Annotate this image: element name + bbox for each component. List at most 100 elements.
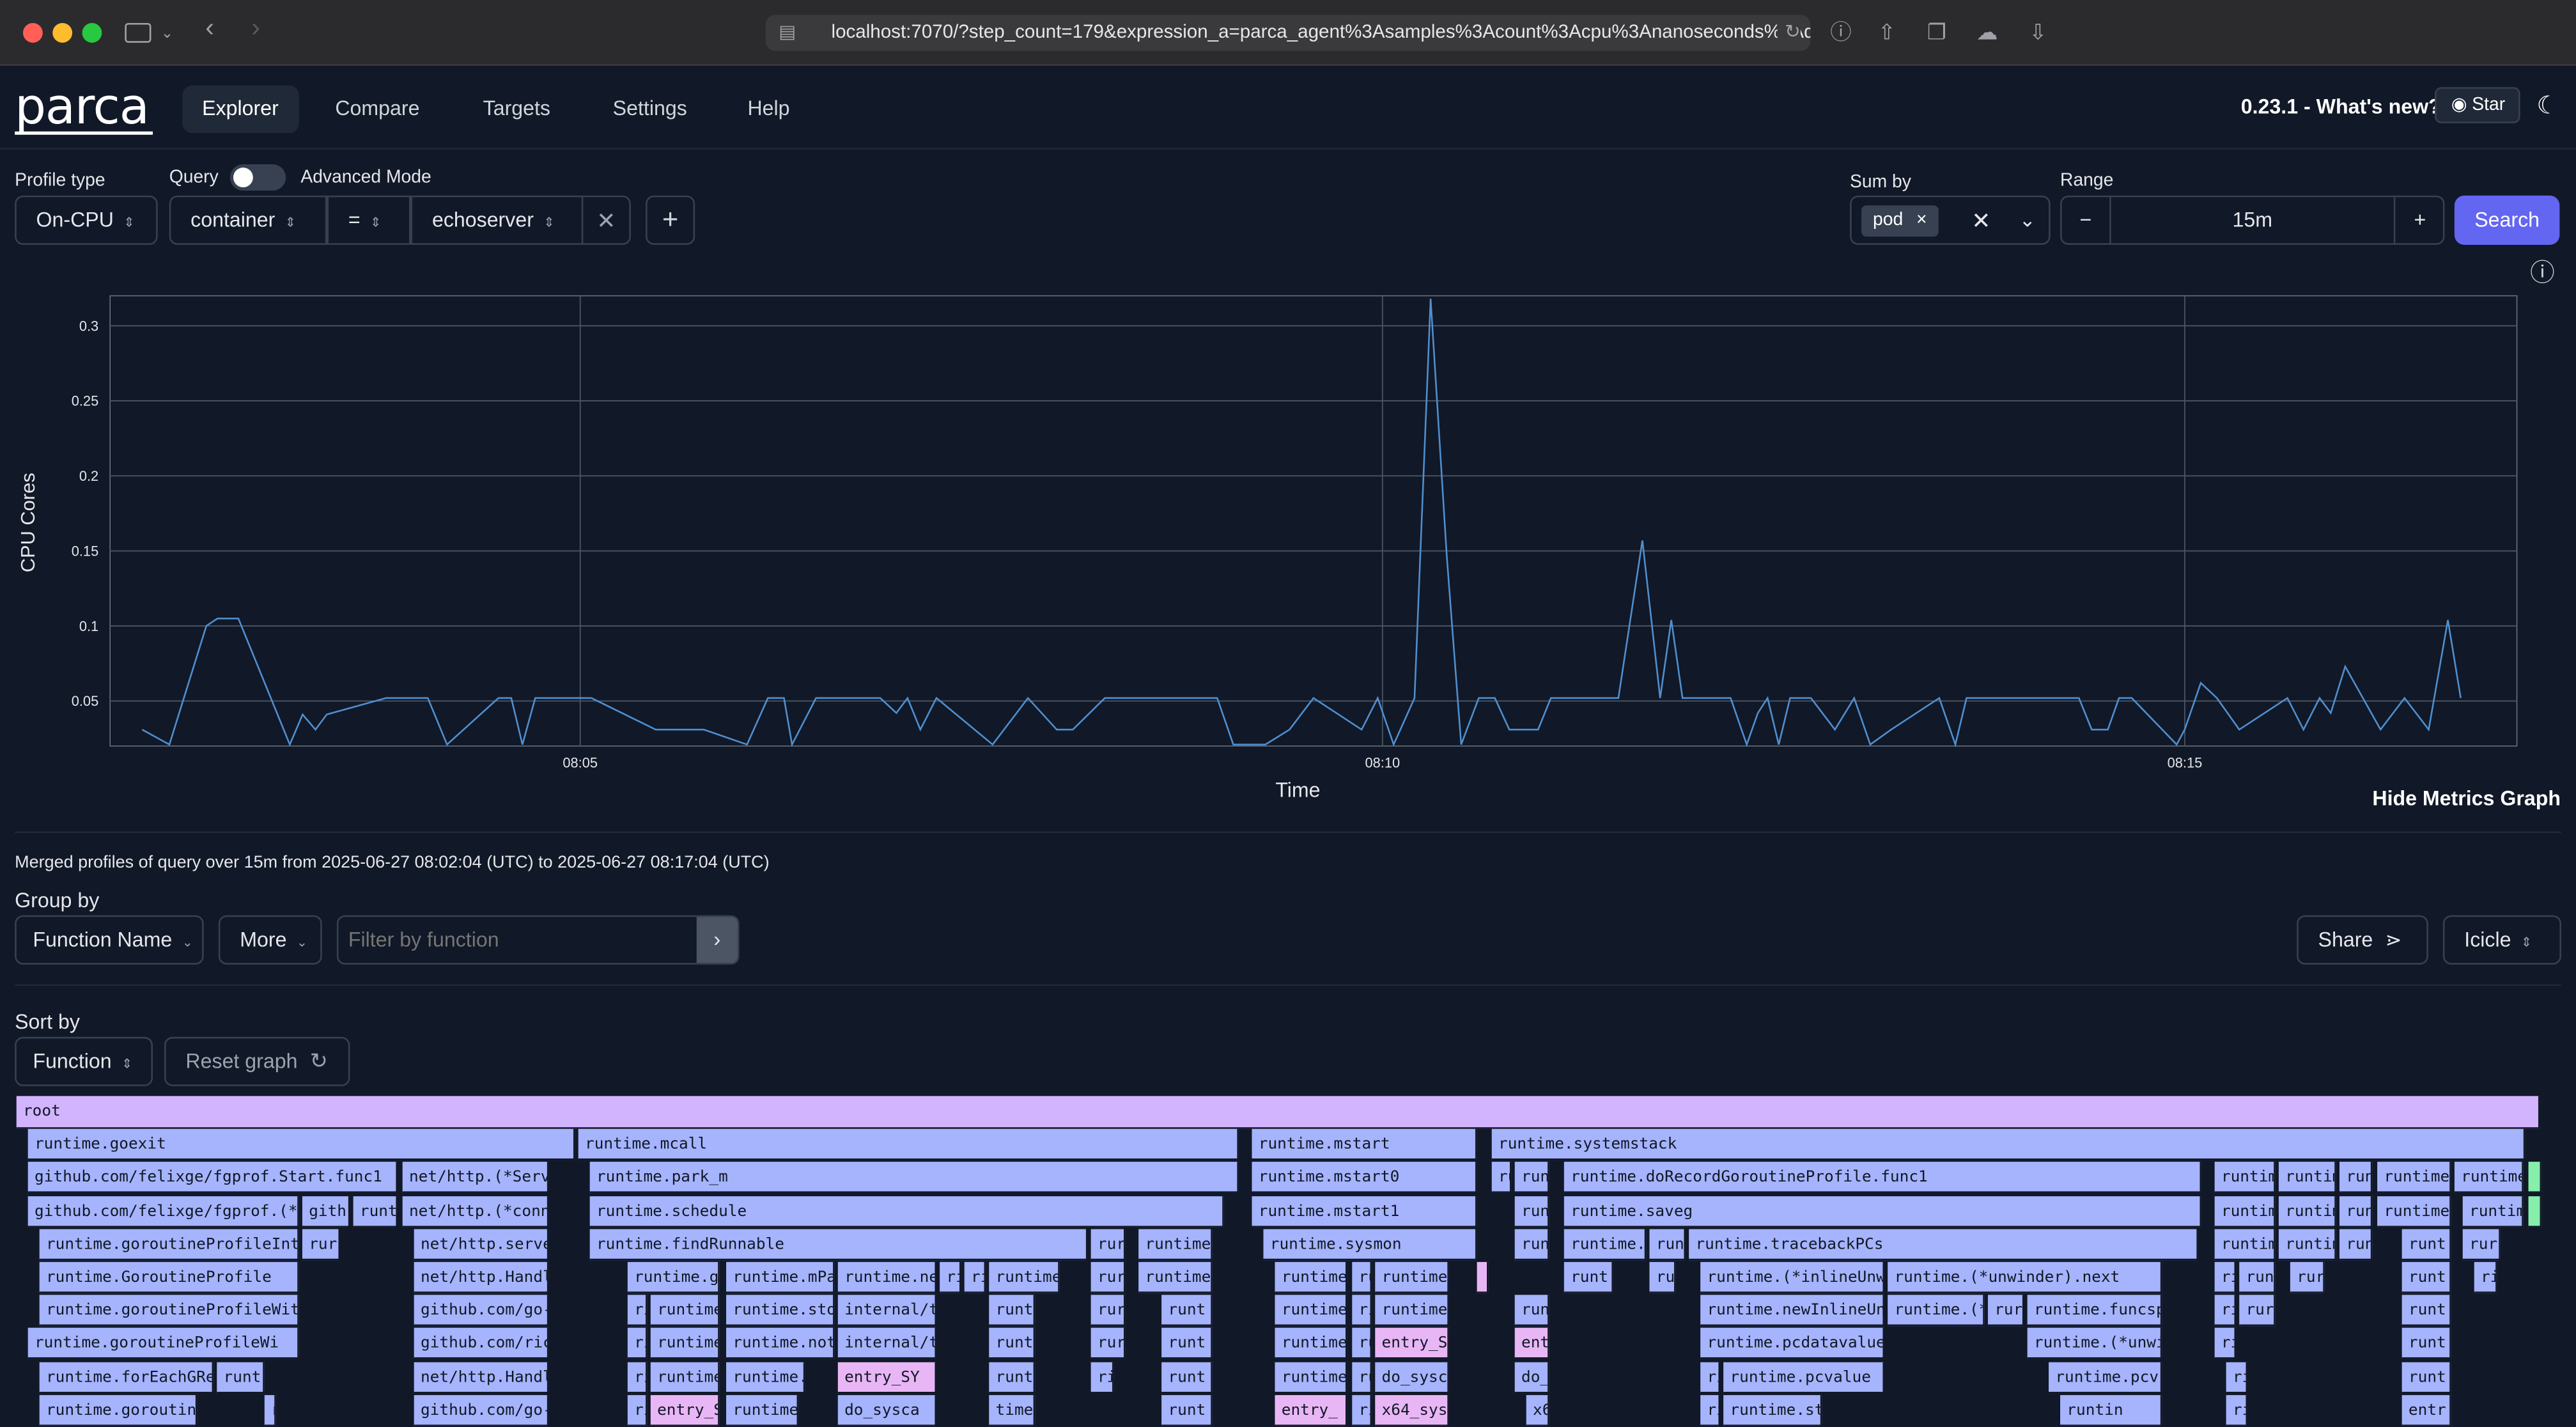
flame-frame[interactable]: runtime: [1138, 1261, 1213, 1293]
flame-frame[interactable]: ri: [2226, 1394, 2248, 1426]
range-value[interactable]: 15m: [2111, 197, 2394, 243]
group-by-select[interactable]: Function Name ⌄: [15, 915, 204, 965]
parca-logo[interactable]: parca: [15, 80, 150, 136]
flame-frame[interactable]: net/http.Handl: [414, 1261, 549, 1293]
operator-select[interactable]: = ⇕: [327, 195, 411, 245]
filter-submit-icon[interactable]: ›: [696, 917, 738, 963]
flame-frame[interactable]: ent: [1514, 1328, 1549, 1360]
flame-frame[interactable]: entry_S: [1375, 1328, 1449, 1360]
flame-frame[interactable]: runtime: [2454, 1162, 2524, 1194]
flame-frame[interactable]: runtime.systemstack: [1491, 1129, 2526, 1161]
profile-type-select[interactable]: On-CPU ⇕: [15, 195, 158, 245]
dark-mode-toggle-icon[interactable]: ☾: [2536, 90, 2559, 120]
flame-frame[interactable]: runtime.pcvalue: [1723, 1361, 1885, 1393]
reset-graph-button[interactable]: Reset graph ↻: [164, 1036, 350, 1086]
flame-frame[interactable]: runtin: [2060, 1394, 2162, 1426]
flame-frame[interactable]: ru: [1352, 1261, 1372, 1293]
flame-frame[interactable]: rur: [1090, 1261, 1126, 1293]
flame-frame[interactable]: rur: [2290, 1261, 2325, 1293]
flame-frame[interactable]: rur: [1090, 1228, 1126, 1260]
flame-frame[interactable]: runtime.goexit: [27, 1129, 575, 1161]
cloud-icon[interactable]: ☁: [1976, 20, 1998, 46]
flame-frame[interactable]: runtim: [2278, 1228, 2336, 1260]
flame-frame[interactable]: runtim: [2278, 1196, 2336, 1227]
flame-frame[interactable]: gith: [302, 1196, 350, 1227]
flame-frame[interactable]: ri: [1090, 1361, 1114, 1393]
flame-frame[interactable]: x64_sys: [1375, 1394, 1449, 1426]
flame-frame[interactable]: runtime.goroutineProfileInte: [39, 1228, 299, 1260]
flame-frame[interactable]: runtime: [1138, 1228, 1213, 1260]
flame-frame[interactable]: runtime.: [1563, 1228, 1647, 1260]
nav-targets[interactable]: Targets: [463, 86, 570, 134]
flame-frame[interactable]: runt: [1161, 1295, 1213, 1327]
label-name-select[interactable]: container ⇕: [169, 195, 327, 245]
flame-frame[interactable]: runtime.mcall: [578, 1129, 1239, 1161]
flame-frame[interactable]: ri: [264, 1394, 276, 1426]
flame-frame[interactable]: ri: [964, 1261, 986, 1293]
remove-tag-icon[interactable]: ×: [1916, 210, 1927, 230]
flame-frame[interactable]: runtime.newInlineUn: [1700, 1295, 1885, 1327]
add-matcher-icon[interactable]: +: [646, 195, 695, 245]
flame-frame[interactable]: runtime: [650, 1295, 720, 1327]
flame-frame[interactable]: runtime.mPa: [726, 1261, 835, 1293]
flame-frame[interactable]: runt: [989, 1328, 1036, 1360]
flame-frame[interactable]: runtime: [2377, 1196, 2451, 1227]
flame-frame[interactable]: run: [2239, 1261, 2276, 1293]
flame-frame[interactable]: runtime.pcdatavalue: [1700, 1328, 1885, 1360]
share-button[interactable]: Share ⋗: [2297, 915, 2428, 965]
flame-frame[interactable]: runtime.tracebackPCs: [1689, 1228, 2198, 1260]
flame-frame[interactable]: ri: [1700, 1394, 1720, 1426]
flame-frame[interactable]: github.com/go-: [414, 1394, 549, 1426]
flame-frame[interactable]: runtim: [2278, 1162, 2336, 1194]
flame-frame[interactable]: runt: [2401, 1261, 2451, 1293]
flame-frame[interactable]: entry_S: [650, 1394, 720, 1426]
flame-frame[interactable]: ru: [1352, 1361, 1372, 1393]
flame-frame[interactable]: github.com/felixge/fgprof.Start.func1: [27, 1162, 398, 1194]
advanced-mode-toggle[interactable]: [229, 164, 286, 191]
back-icon[interactable]: ‹: [205, 15, 214, 43]
flame-frame[interactable]: do_sysc: [1375, 1361, 1449, 1393]
flame-frame[interactable]: rur: [1090, 1328, 1126, 1360]
flame-frame[interactable]: runtime.goroutin: [39, 1394, 198, 1426]
flame-frame[interactable]: runt: [353, 1196, 398, 1227]
flame-frame[interactable]: runtime: [650, 1328, 720, 1360]
flame-frame[interactable]: runt: [2401, 1328, 2451, 1360]
flame-frame[interactable]: ri: [2214, 1261, 2237, 1293]
flame-frame[interactable]: github.com/felixge/fgprof.(*p: [27, 1196, 299, 1227]
nav-settings[interactable]: Settings: [593, 86, 707, 134]
flame-frame[interactable]: ri: [2214, 1295, 2237, 1327]
flame-frame[interactable]: run: [2339, 1228, 2373, 1260]
flame-frame[interactable]: runtime.sysmon: [1263, 1228, 1477, 1260]
info-icon[interactable]: ⓘ: [1830, 20, 1851, 46]
flame-frame[interactable]: rur: [302, 1228, 341, 1260]
flame-frame[interactable]: runtime: [1275, 1295, 1347, 1327]
flame-frame[interactable]: rur: [2462, 1228, 2501, 1260]
flame-frame[interactable]: runtim: [2462, 1196, 2524, 1227]
flame-frame[interactable]: ru: [1352, 1328, 1372, 1360]
flame-frame[interactable]: runt: [2401, 1228, 2451, 1260]
flame-frame[interactable]: ri: [2474, 1261, 2497, 1293]
maximize-window-icon[interactable]: [82, 22, 102, 43]
flame-frame[interactable]: net/http.(*Serv: [402, 1162, 549, 1194]
flame-frame[interactable]: runtime.(*inlineUnw: [1700, 1261, 1885, 1293]
flame-frame[interactable]: runt: [1563, 1261, 1613, 1293]
more-select[interactable]: More ⌄: [218, 915, 322, 965]
hide-metrics-graph-button[interactable]: Hide Metrics Graph: [2372, 787, 2561, 810]
range-increase-button[interactable]: +: [2393, 197, 2445, 244]
flame-frame[interactable]: runtime: [650, 1361, 720, 1393]
flame-frame[interactable]: do_: [1514, 1361, 1549, 1393]
flame-frame[interactable]: runt: [1161, 1361, 1213, 1393]
flame-frame[interactable]: net/http.serve: [414, 1228, 549, 1260]
search-button[interactable]: Search: [2454, 195, 2560, 245]
share-page-icon[interactable]: ⇧: [1878, 20, 1896, 46]
flame-root-frame[interactable]: root: [16, 1096, 2540, 1129]
sidebar-toggle-icon[interactable]: [125, 22, 151, 43]
view-select[interactable]: Icicle ⇕: [2442, 915, 2561, 965]
flame-frame[interactable]: runtime: [2377, 1162, 2451, 1194]
flame-frame[interactable]: runt: [2401, 1361, 2451, 1393]
flame-frame[interactable]: x6: [1526, 1394, 1549, 1426]
flame-frame[interactable]: github.com/ric: [414, 1328, 549, 1360]
flame-frame[interactable]: runtime.(*: [1888, 1295, 1985, 1327]
flame-frame[interactable]: ri: [1352, 1394, 1372, 1426]
flame-frame[interactable]: runt: [989, 1295, 1036, 1327]
